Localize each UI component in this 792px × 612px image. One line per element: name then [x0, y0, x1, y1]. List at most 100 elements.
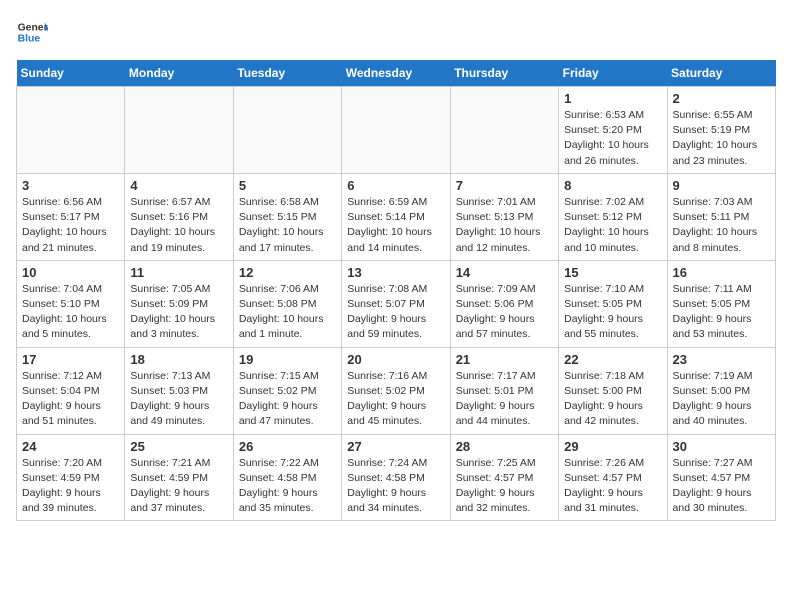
calendar-table: SundayMondayTuesdayWednesdayThursdayFrid…: [16, 60, 776, 521]
weekday-header-saturday: Saturday: [667, 60, 775, 87]
calendar-cell: 5Sunrise: 6:58 AM Sunset: 5:15 PM Daylig…: [233, 173, 341, 260]
day-number: 8: [564, 178, 661, 193]
day-info: Sunrise: 7:24 AM Sunset: 4:58 PM Dayligh…: [347, 456, 444, 517]
day-info: Sunrise: 7:25 AM Sunset: 4:57 PM Dayligh…: [456, 456, 553, 517]
day-number: 10: [22, 265, 119, 280]
day-info: Sunrise: 7:06 AM Sunset: 5:08 PM Dayligh…: [239, 282, 336, 343]
day-number: 16: [673, 265, 770, 280]
day-info: Sunrise: 6:59 AM Sunset: 5:14 PM Dayligh…: [347, 195, 444, 256]
calendar-cell: 30 Sunrise: 7:27 AM Sunset: 4:57 PM Dayli…: [667, 434, 775, 521]
calendar-cell: 2 Sunrise: 6:55 AM Sunset: 5:19 PM Daylig…: [667, 87, 775, 174]
weekday-header-tuesday: Tuesday: [233, 60, 341, 87]
day-number: 30: [673, 439, 770, 454]
calendar-cell: 28Sunrise: 7:25 AM Sunset: 4:57 PM Dayli…: [450, 434, 558, 521]
day-number: 14: [456, 265, 553, 280]
day-info: Sunrise: 7:13 AM Sunset: 5:03 PM Dayligh…: [130, 369, 227, 430]
day-number: 26: [239, 439, 336, 454]
calendar-cell: [233, 87, 341, 174]
calendar-cell: 4 Sunrise: 6:57 AM Sunset: 5:16 PM Daylig…: [125, 173, 233, 260]
day-number: 29: [564, 439, 661, 454]
day-number: 2: [673, 91, 770, 106]
calendar-cell: 10 Sunrise: 7:04 AM Sunset: 5:10 PM Dayli…: [17, 260, 125, 347]
calendar-cell: 25 Sunrise: 7:21 AM Sunset: 4:59 PM Dayli…: [125, 434, 233, 521]
calendar-cell: 7 Sunrise: 7:01 AM Sunset: 5:13 PM Daylig…: [450, 173, 558, 260]
calendar-cell: [125, 87, 233, 174]
calendar-cell: 20 Sunrise: 7:16 AM Sunset: 5:02 PM Dayli…: [342, 347, 450, 434]
calendar-cell: [17, 87, 125, 174]
day-number: 25: [130, 439, 227, 454]
day-info: Sunrise: 7:22 AM Sunset: 4:58 PM Dayligh…: [239, 456, 336, 517]
day-info: Sunrise: 7:27 AM Sunset: 4:57 PM Dayligh…: [673, 456, 770, 517]
calendar-cell: [342, 87, 450, 174]
day-number: 22: [564, 352, 661, 367]
day-info: Sunrise: 7:21 AM Sunset: 4:59 PM Dayligh…: [130, 456, 227, 517]
day-info: Sunrise: 7:03 AM Sunset: 5:11 PM Dayligh…: [673, 195, 770, 256]
day-number: 4: [130, 178, 227, 193]
day-number: 3: [22, 178, 119, 193]
calendar-cell: 18 Sunrise: 7:13 AM Sunset: 5:03 PM Dayli…: [125, 347, 233, 434]
day-info: Sunrise: 7:16 AM Sunset: 5:02 PM Dayligh…: [347, 369, 444, 430]
logo: General Blue: [16, 16, 52, 48]
day-number: 6: [347, 178, 444, 193]
day-info: Sunrise: 7:17 AM Sunset: 5:01 PM Dayligh…: [456, 369, 553, 430]
day-number: 17: [22, 352, 119, 367]
calendar-cell: 3 Sunrise: 6:56 AM Sunset: 5:17 PM Daylig…: [17, 173, 125, 260]
calendar-cell: [450, 87, 558, 174]
day-number: 7: [456, 178, 553, 193]
calendar-cell: 29 Sunrise: 7:26 AM Sunset: 4:57 PM Dayli…: [559, 434, 667, 521]
day-info: Sunrise: 7:08 AM Sunset: 5:07 PM Dayligh…: [347, 282, 444, 343]
day-info: Sunrise: 6:53 AM Sunset: 5:20 PM Dayligh…: [564, 108, 661, 169]
calendar-cell: 17 Sunrise: 7:12 AM Sunset: 5:04 PM Dayli…: [17, 347, 125, 434]
week-row-1: 1 Sunrise: 6:53 AM Sunset: 5:20 PM Daylig…: [17, 87, 776, 174]
day-number: 20: [347, 352, 444, 367]
day-number: 19: [239, 352, 336, 367]
weekday-header-sunday: Sunday: [17, 60, 125, 87]
day-info: Sunrise: 7:20 AM Sunset: 4:59 PM Dayligh…: [22, 456, 119, 517]
day-info: Sunrise: 7:12 AM Sunset: 5:04 PM Dayligh…: [22, 369, 119, 430]
day-info: Sunrise: 6:56 AM Sunset: 5:17 PM Dayligh…: [22, 195, 119, 256]
day-info: Sunrise: 7:01 AM Sunset: 5:13 PM Dayligh…: [456, 195, 553, 256]
day-number: 15: [564, 265, 661, 280]
day-number: 18: [130, 352, 227, 367]
weekday-header-friday: Friday: [559, 60, 667, 87]
day-number: 23: [673, 352, 770, 367]
calendar-cell: 11Sunrise: 7:05 AM Sunset: 5:09 PM Dayli…: [125, 260, 233, 347]
calendar-cell: 24 Sunrise: 7:20 AM Sunset: 4:59 PM Dayli…: [17, 434, 125, 521]
day-number: 5: [239, 178, 336, 193]
day-info: Sunrise: 6:57 AM Sunset: 5:16 PM Dayligh…: [130, 195, 227, 256]
day-info: Sunrise: 7:19 AM Sunset: 5:00 PM Dayligh…: [673, 369, 770, 430]
day-info: Sunrise: 6:55 AM Sunset: 5:19 PM Dayligh…: [673, 108, 770, 169]
week-row-5: 24 Sunrise: 7:20 AM Sunset: 4:59 PM Dayli…: [17, 434, 776, 521]
day-info: Sunrise: 7:18 AM Sunset: 5:00 PM Dayligh…: [564, 369, 661, 430]
calendar-cell: 8 Sunrise: 7:02 AM Sunset: 5:12 PM Daylig…: [559, 173, 667, 260]
day-info: Sunrise: 7:10 AM Sunset: 5:05 PM Dayligh…: [564, 282, 661, 343]
calendar-cell: 9Sunrise: 7:03 AM Sunset: 5:11 PM Daylig…: [667, 173, 775, 260]
day-number: 11: [130, 265, 227, 280]
week-row-3: 10 Sunrise: 7:04 AM Sunset: 5:10 PM Dayli…: [17, 260, 776, 347]
day-number: 12: [239, 265, 336, 280]
logo-icon: General Blue: [16, 16, 48, 48]
day-info: Sunrise: 7:04 AM Sunset: 5:10 PM Dayligh…: [22, 282, 119, 343]
calendar-cell: 19 Sunrise: 7:15 AM Sunset: 5:02 PM Dayli…: [233, 347, 341, 434]
svg-text:General: General: [18, 22, 48, 33]
day-info: Sunrise: 7:11 AM Sunset: 5:05 PM Dayligh…: [673, 282, 770, 343]
weekday-header-row: SundayMondayTuesdayWednesdayThursdayFrid…: [17, 60, 776, 87]
calendar-cell: 13Sunrise: 7:08 AM Sunset: 5:07 PM Dayli…: [342, 260, 450, 347]
calendar-cell: 1 Sunrise: 6:53 AM Sunset: 5:20 PM Daylig…: [559, 87, 667, 174]
day-info: Sunrise: 7:26 AM Sunset: 4:57 PM Dayligh…: [564, 456, 661, 517]
day-info: Sunrise: 7:15 AM Sunset: 5:02 PM Dayligh…: [239, 369, 336, 430]
calendar-cell: 6 Sunrise: 6:59 AM Sunset: 5:14 PM Daylig…: [342, 173, 450, 260]
day-number: 24: [22, 439, 119, 454]
day-info: Sunrise: 7:09 AM Sunset: 5:06 PM Dayligh…: [456, 282, 553, 343]
day-number: 21: [456, 352, 553, 367]
calendar-cell: 23 Sunrise: 7:19 AM Sunset: 5:00 PM Dayli…: [667, 347, 775, 434]
day-number: 27: [347, 439, 444, 454]
calendar-cell: 22 Sunrise: 7:18 AM Sunset: 5:00 PM Dayli…: [559, 347, 667, 434]
day-number: 1: [564, 91, 661, 106]
calendar-cell: 12 Sunrise: 7:06 AM Sunset: 5:08 PM Dayli…: [233, 260, 341, 347]
week-row-2: 3 Sunrise: 6:56 AM Sunset: 5:17 PM Daylig…: [17, 173, 776, 260]
week-row-4: 17 Sunrise: 7:12 AM Sunset: 5:04 PM Dayli…: [17, 347, 776, 434]
day-info: Sunrise: 7:02 AM Sunset: 5:12 PM Dayligh…: [564, 195, 661, 256]
weekday-header-wednesday: Wednesday: [342, 60, 450, 87]
calendar-cell: 27 Sunrise: 7:24 AM Sunset: 4:58 PM Dayli…: [342, 434, 450, 521]
